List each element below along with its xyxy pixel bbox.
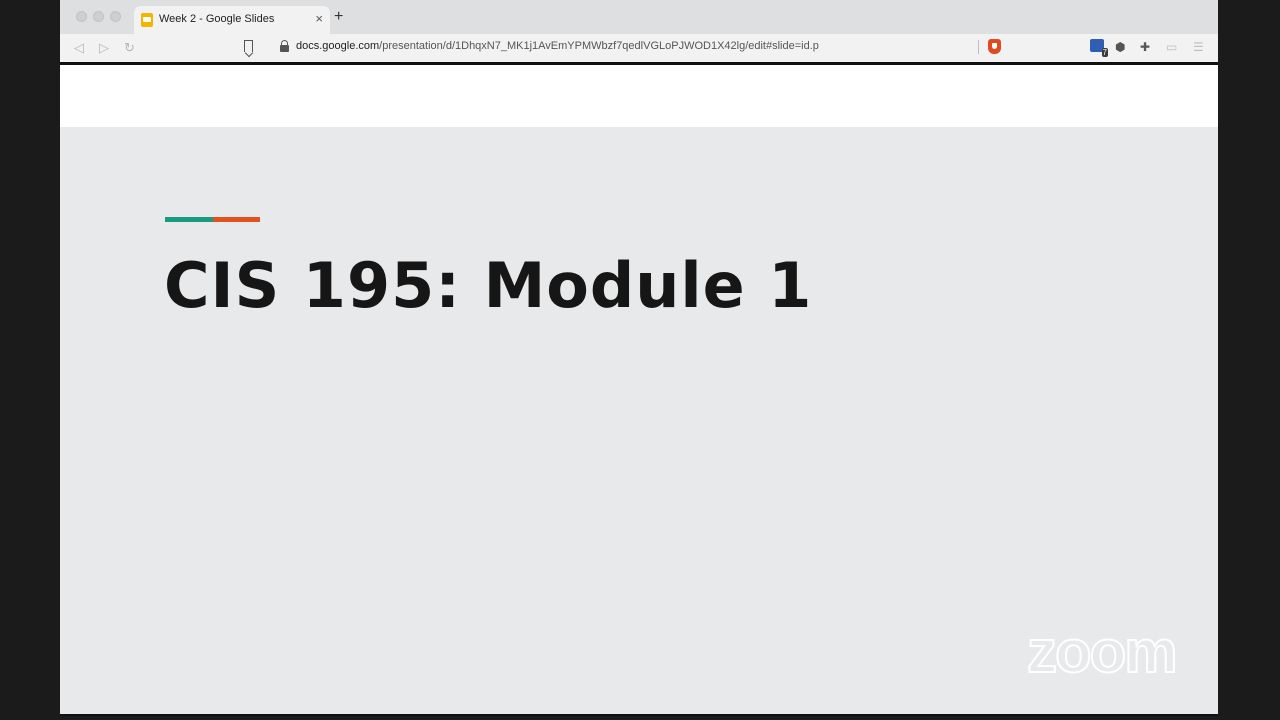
forward-icon[interactable]: ▷: [99, 39, 109, 57]
address-bar[interactable]: docs.google.com/presentation/d/1DhqxN7_M…: [296, 40, 819, 52]
extension-icon[interactable]: 7: [1090, 39, 1108, 57]
toolbar-divider: [978, 40, 979, 54]
close-window-button[interactable]: [76, 11, 87, 22]
tab-title: Week 2 - Google Slides: [159, 13, 275, 25]
screen-share-frame: Week 2 - Google Slides × + ◁ ▷ ↻ docs.go…: [0, 0, 1280, 720]
accent-bar-teal: [165, 217, 213, 222]
cube-icon[interactable]: ⬢: [1115, 40, 1125, 54]
slides-header-area: [60, 65, 1218, 127]
puzzle-icon[interactable]: ✚: [1140, 40, 1150, 54]
cast-icon[interactable]: ▭: [1166, 40, 1177, 54]
tab-bar: Week 2 - Google Slides × +: [60, 0, 1218, 34]
tab-close-icon[interactable]: ×: [315, 11, 323, 27]
url-path: /presentation/d/1DhqxN7_MK1j1AvEmYPMWbzf…: [379, 40, 819, 52]
extension-badge-count: 7: [1101, 48, 1108, 57]
minimize-window-button[interactable]: [93, 11, 104, 22]
maximize-window-button[interactable]: [110, 11, 121, 22]
url-host: docs.google.com: [296, 40, 380, 52]
browser-window: Week 2 - Google Slides × + ◁ ▷ ↻ docs.go…: [60, 0, 1218, 716]
address-toolbar: ◁ ▷ ↻ docs.google.com/presentation/d/1Dh…: [60, 34, 1218, 62]
window-bottom-edge: [60, 714, 1218, 716]
slide-title: CIS 195: Module 1: [164, 249, 813, 322]
tab-google-slides[interactable]: Week 2 - Google Slides ×: [134, 6, 330, 34]
zoom-watermark: zoom: [1026, 618, 1179, 685]
brave-shield-icon[interactable]: [988, 39, 1001, 54]
slide-canvas: CIS 195: Module 1 zoom: [60, 127, 1218, 716]
accent-bar-orange: [213, 217, 260, 222]
google-slides-icon: [141, 13, 153, 27]
bookmark-icon[interactable]: [244, 40, 253, 52]
reload-icon[interactable]: ↻: [124, 39, 135, 57]
lock-icon[interactable]: [280, 40, 289, 52]
menu-icon[interactable]: ☰: [1193, 40, 1204, 54]
new-tab-button[interactable]: +: [334, 8, 343, 26]
back-icon[interactable]: ◁: [74, 39, 84, 57]
